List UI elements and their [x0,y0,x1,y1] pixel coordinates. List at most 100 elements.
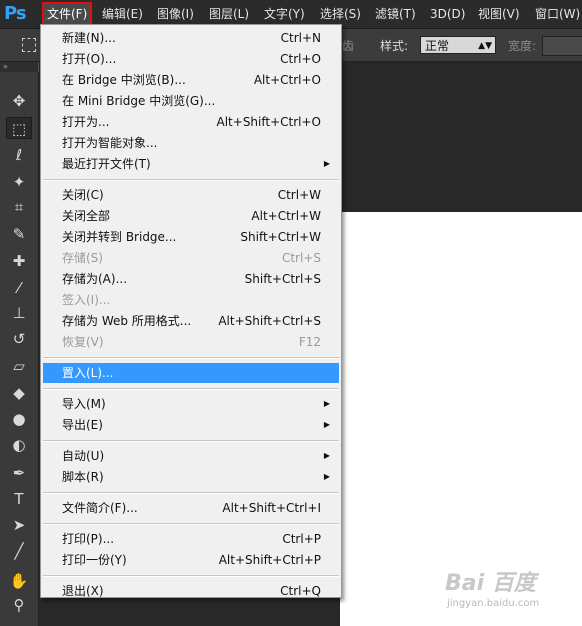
submenu-arrow-icon: ▶ [323,451,330,460]
healing-icon[interactable]: ✚ [6,250,32,272]
menu-item-label: 脚本(R) [62,470,104,484]
menu-item-label: 关闭(C) [62,188,104,202]
brush-icon[interactable]: ⁄ [6,277,32,299]
lasso-icon[interactable]: ℓ [6,144,32,166]
menu-item-label: 打开为... [62,115,110,129]
eyedropper-icon[interactable]: ✎ [6,223,32,245]
file-menu-item[interactable]: 打开(O)... Ctrl+O [43,49,339,69]
file-menu-item[interactable]: 在 Bridge 中浏览(B)... Alt+Ctrl+O [43,70,339,90]
watermark-url: jingyan.baidu.com [447,598,540,609]
menu-select[interactable]: 选择(S) [320,4,361,24]
file-menu-item[interactable]: 打印(P)... Ctrl+P [43,529,339,549]
menu-separator [43,440,339,442]
file-menu-item[interactable]: 导入(M) ▶ [43,394,339,414]
menu-item-shortcut: Ctrl+O [280,52,321,66]
menu-filter[interactable]: 滤镜(T) [375,4,416,24]
submenu-arrow-icon: ▶ [323,472,330,481]
menu-item-shortcut: Alt+Shift+Ctrl+S [218,314,321,328]
move-icon[interactable]: ✥ [6,90,32,112]
file-menu-item[interactable]: 置入(L)... [43,363,339,383]
chevron-updown-icon: ▲▼ [478,41,492,51]
file-menu-item[interactable]: 关闭全部 Alt+Ctrl+W [43,206,339,226]
menu-item-shortcut: Ctrl+W [277,188,321,202]
crop-icon[interactable]: ⌗ [6,196,32,218]
menu-item-label: 打印一份(Y) [62,553,127,567]
watermark-logo: Bai 百度 [445,571,536,596]
menu-item-label: 在 Mini Bridge 中浏览(G)... [62,94,216,108]
paint-bucket-icon[interactable]: ◆ [6,382,32,404]
menu-separator [43,388,339,390]
stamp-icon[interactable]: ⊥ [6,302,32,324]
file-menu-item[interactable]: 关闭并转到 Bridge... Shift+Ctrl+W [43,227,339,247]
file-menu-item[interactable]: 在 Mini Bridge 中浏览(G)... [43,91,339,111]
toolbar-collapse[interactable]: » [0,62,38,72]
menu-item-label: 新建(N)... [62,31,116,45]
file-menu-item[interactable]: 存储为 Web 所用格式... Alt+Shift+Ctrl+S [43,311,339,331]
menu-item-shortcut: Alt+Shift+Ctrl+I [222,501,321,515]
file-menu-item[interactable]: 打印一份(Y) Alt+Shift+Ctrl+P [43,550,339,570]
menu-item-label: 最近打开文件(T) [62,157,151,171]
menu-window[interactable]: 窗口(W) [535,4,580,24]
menu-item-label: 打开(O)... [62,52,117,66]
style-select-value: 正常 [425,39,450,53]
blur-icon[interactable]: ● [6,408,32,430]
menu-file[interactable]: 文件(F) [42,2,93,26]
menu-item-shortcut: Shift+Ctrl+S [244,272,321,286]
line-icon[interactable]: ╱ [6,540,32,562]
submenu-arrow-icon: ▶ [323,399,330,408]
menu-view[interactable]: 视图(V) [478,4,520,24]
path-select-icon[interactable]: ➤ [6,514,32,536]
menu-item-label: 签入(I)... [62,293,111,307]
menu-type[interactable]: 文字(Y) [264,4,305,24]
magic-wand-icon[interactable]: ✦ [6,171,32,193]
history-brush-icon[interactable]: ↺ [6,328,32,350]
zoom-icon[interactable]: ⚲ [6,594,32,616]
menu-separator [43,523,339,525]
file-menu-item[interactable]: 自动(U) ▶ [43,446,339,466]
file-menu-item[interactable]: 打开为智能对象... [43,133,339,153]
menu-edit[interactable]: 编辑(E) [102,4,143,24]
hand-icon[interactable]: ✋ [6,570,32,592]
antialias-label: 齿 [342,39,355,53]
menu-separator [43,179,339,181]
width-input[interactable] [542,36,582,56]
file-menu-item[interactable]: 文件简介(F)... Alt+Shift+Ctrl+I [43,498,339,518]
file-menu-item[interactable]: 新建(N)... Ctrl+N [43,28,339,48]
menu-item-shortcut: Alt+Shift+Ctrl+O [216,115,321,129]
menu-item-label: 导入(M) [62,397,106,411]
file-menu-item[interactable]: 最近打开文件(T) ▶ [43,154,339,174]
submenu-arrow-icon: ▶ [323,420,330,429]
file-menu-item[interactable]: 退出(X) Ctrl+Q [43,581,339,601]
file-menu-item[interactable]: 导出(E) ▶ [43,415,339,435]
file-menu-item[interactable]: 关闭(C) Ctrl+W [43,185,339,205]
menu-item-label: 恢复(V) [62,335,104,349]
marquee-option-icon[interactable] [22,38,36,52]
dodge-icon[interactable]: ◐ [6,434,32,456]
file-menu-item[interactable]: 脚本(R) ▶ [43,467,339,487]
menu-item-label: 关闭全部 [62,209,111,223]
menu-item-shortcut: Ctrl+Q [280,584,321,598]
menu-item-label: 存储为(A)... [62,272,128,286]
menu-item-shortcut: Shift+Ctrl+W [240,230,321,244]
menu-separator [43,357,339,359]
file-menu-item[interactable]: 存储为(A)... Shift+Ctrl+S [43,269,339,289]
menu-item-label: 文件简介(F)... [62,501,138,515]
eraser-icon[interactable]: ▱ [6,355,32,377]
menu-layer[interactable]: 图层(L) [209,4,249,24]
menu-item-label: 自动(U) [62,449,105,463]
menu-item-shortcut: Alt+Shift+Ctrl+P [218,553,321,567]
marquee-icon[interactable]: ⬚ [6,117,32,139]
menu-image[interactable]: 图像(I) [157,4,194,24]
canvas[interactable] [340,212,582,626]
file-menu-item: 存储(S) Ctrl+S [43,248,339,268]
file-menu-item[interactable]: 打开为... Alt+Shift+Ctrl+O [43,112,339,132]
menu-item-shortcut: Ctrl+P [282,532,321,546]
pen-icon[interactable]: ✒ [6,462,32,484]
style-select[interactable]: 正常 ▲▼ [420,36,496,54]
width-label: 宽度: [508,39,537,53]
type-icon[interactable]: T [6,488,32,510]
style-label: 样式: [380,39,409,53]
menu-3d[interactable]: 3D(D) [430,4,465,24]
menu-item-shortcut: Alt+Ctrl+W [251,209,321,223]
menu-item-label: 存储为 Web 所用格式... [62,314,192,328]
